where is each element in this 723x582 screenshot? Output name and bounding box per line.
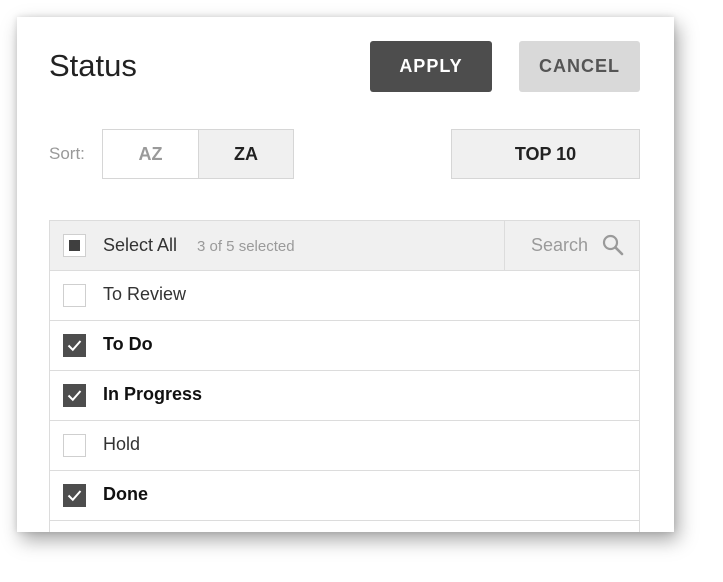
sort-label: Sort:: [49, 144, 85, 163]
item-label: Hold: [103, 434, 141, 454]
search-input[interactable]: Search: [504, 221, 640, 270]
sort-za-button[interactable]: ZA: [199, 130, 293, 178]
top-10-button[interactable]: TOP 10: [451, 129, 640, 179]
list-item[interactable]: In Progress: [50, 371, 639, 421]
sort-az-button[interactable]: AZ: [103, 130, 199, 178]
list-item[interactable]: To Do: [50, 321, 639, 371]
list-header: Select All 3 of 5 selected Search: [50, 221, 639, 271]
checkmark-icon: [67, 490, 82, 502]
list-item[interactable]: Hold: [50, 421, 639, 471]
partial-selection-icon: [69, 240, 80, 251]
selection-count: 3 of 5 selected: [197, 238, 295, 255]
panel-title: Status: [49, 48, 137, 83]
sort-toggle: AZ ZA: [102, 129, 294, 179]
item-label: To Review: [103, 284, 187, 304]
select-all-label: Select All: [103, 235, 178, 255]
checkmark-icon: [67, 390, 82, 402]
search-placeholder: Search: [531, 235, 589, 255]
item-label: Done: [103, 484, 148, 504]
select-all-checkbox[interactable]: [63, 234, 86, 257]
item-checkbox[interactable]: [63, 334, 86, 357]
cancel-button[interactable]: CANCEL: [519, 41, 640, 92]
status-list: Select All 3 of 5 selected Search To Rev…: [49, 220, 640, 532]
status-filter-panel: Status APPLY CANCEL Sort: AZ ZA TOP 10 S…: [17, 17, 674, 532]
apply-button[interactable]: APPLY: [370, 41, 492, 92]
item-checkbox[interactable]: [63, 284, 86, 307]
item-checkbox[interactable]: [63, 384, 86, 407]
list-item[interactable]: Done: [50, 471, 639, 521]
search-icon[interactable]: [602, 234, 624, 261]
item-checkbox[interactable]: [63, 434, 86, 457]
list-item[interactable]: To Review: [50, 271, 639, 321]
item-checkbox[interactable]: [63, 484, 86, 507]
checkmark-icon: [67, 340, 82, 352]
item-label: In Progress: [103, 384, 203, 404]
item-label: To Do: [103, 334, 153, 354]
